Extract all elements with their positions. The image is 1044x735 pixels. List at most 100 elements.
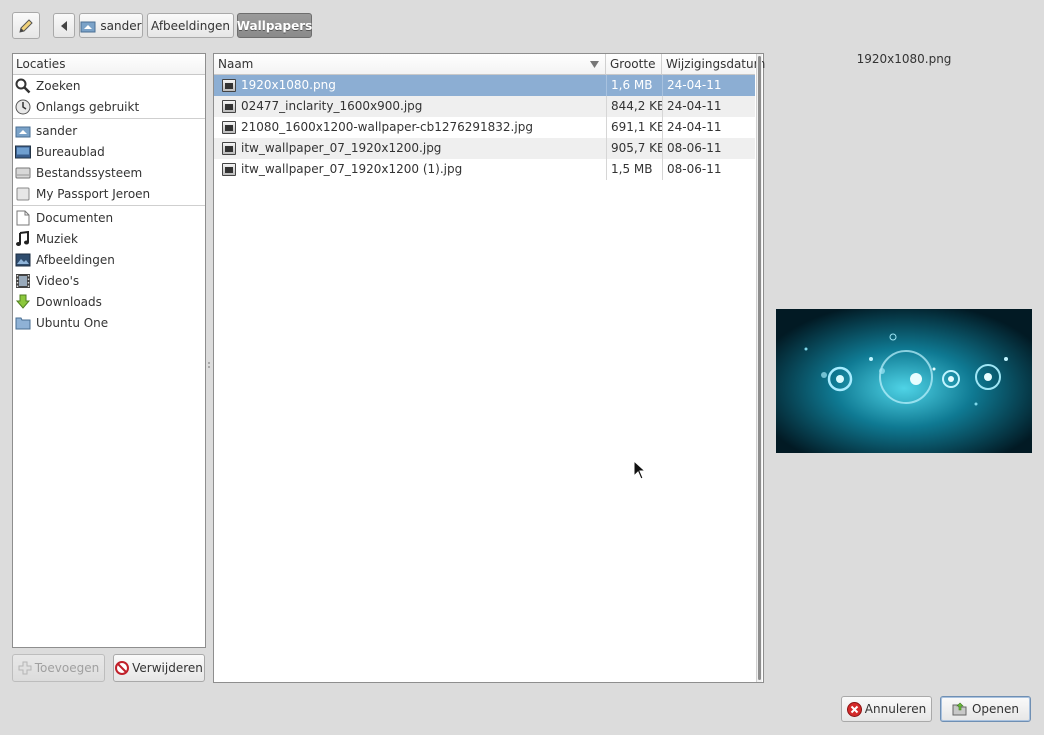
home-folder-icon	[15, 123, 31, 139]
forbidden-icon	[115, 661, 130, 675]
document-icon	[15, 210, 31, 226]
column-header-label: Wijzigingsdatum	[666, 57, 766, 71]
place-label: Bestandssysteem	[36, 165, 143, 180]
file-name: 1920x1080.png	[241, 78, 336, 92]
place-label: Zoeken	[36, 78, 81, 93]
file-name-cell: 02477_inclarity_1600x900.jpg	[218, 96, 604, 117]
path-button-label: sander	[100, 18, 142, 33]
file-size: 844,2 KB	[606, 96, 662, 117]
image-file-icon	[222, 121, 236, 134]
add-place-button[interactable]: Toevoegen	[12, 654, 105, 682]
place-item-documenten[interactable]: Documenten	[13, 207, 205, 228]
place-label: Ubuntu One	[36, 315, 109, 330]
open-button[interactable]: Openen	[940, 696, 1031, 722]
place-item-ubuntu-one[interactable]: Ubuntu One	[13, 312, 205, 333]
place-item-downloads[interactable]: Downloads	[13, 291, 205, 312]
add-place-label: Toevoegen	[34, 661, 100, 675]
file-list-scrollbar[interactable]	[756, 54, 762, 682]
pictures-icon	[15, 252, 31, 268]
cancel-button[interactable]: Annuleren	[841, 696, 932, 722]
place-item-my-passport-jeroen[interactable]: My Passport Jeroen	[13, 183, 205, 204]
place-item-bestandssysteem[interactable]: Bestandssysteem	[13, 162, 205, 183]
image-file-icon	[222, 100, 236, 113]
pane-resize-handle[interactable]	[207, 360, 211, 374]
file-date: 08-06-11	[662, 159, 755, 180]
open-folder-icon	[952, 702, 967, 715]
column-header-name[interactable]: Naam	[214, 54, 606, 75]
path-button-label: Wallpapers	[236, 18, 313, 33]
file-name: 02477_inclarity_1600x900.jpg	[241, 99, 423, 113]
column-header-label: Naam	[218, 57, 254, 71]
home-folder-icon	[80, 21, 96, 32]
external-drive-icon	[15, 186, 31, 202]
place-label: Documenten	[36, 210, 114, 225]
file-row[interactable]: 02477_inclarity_1600x900.jpg 844,2 KB 24…	[214, 96, 755, 117]
sort-descending-icon	[590, 61, 599, 68]
place-label: Muziek	[36, 231, 78, 246]
search-icon	[15, 78, 31, 94]
places-sidebar: Locaties Zoeken Onlangs gebruikt sander …	[12, 53, 206, 648]
open-label: Openen	[971, 702, 1020, 716]
file-row[interactable]: itw_wallpaper_07_1920x1200.jpg 905,7 KB …	[214, 138, 755, 159]
file-size: 1,5 MB	[606, 159, 662, 180]
column-header-size[interactable]: Grootte	[606, 54, 662, 75]
file-list-header: Naam Grootte Wijzigingsdatum	[214, 54, 765, 75]
places-separator	[13, 118, 205, 119]
remove-place-label: Verwijderen	[132, 661, 203, 675]
file-row[interactable]: 21080_1600x1200-wallpaper-cb1276291832.j…	[214, 117, 755, 138]
path-button-label: Afbeeldingen	[151, 18, 230, 33]
place-item-sander[interactable]: sander	[13, 120, 205, 141]
place-item-onlangs-gebruikt[interactable]: Onlangs gebruikt	[13, 96, 205, 117]
file-name-cell: 1920x1080.png	[218, 75, 604, 96]
place-label: Downloads	[36, 294, 102, 309]
places-separator	[13, 205, 205, 206]
path-button-wallpapers[interactable]: Wallpapers	[237, 13, 312, 38]
remove-place-button[interactable]: Verwijderen	[113, 654, 205, 682]
file-name: 21080_1600x1200-wallpaper-cb1276291832.j…	[241, 120, 533, 134]
places-header: Locaties	[13, 54, 205, 75]
file-name-cell: 21080_1600x1200-wallpaper-cb1276291832.j…	[218, 117, 604, 138]
file-name: itw_wallpaper_07_1920x1200.jpg	[241, 141, 442, 155]
recent-icon	[15, 99, 31, 115]
preview-image	[776, 309, 1032, 453]
folder-icon	[15, 315, 31, 331]
file-date: 08-06-11	[662, 138, 755, 159]
edit-location-button[interactable]	[12, 12, 40, 39]
file-date: 24-04-11	[662, 96, 755, 117]
file-list: Naam Grootte Wijzigingsdatum 1920x1080.p…	[213, 53, 765, 683]
place-label: Afbeeldingen	[36, 252, 115, 267]
file-row[interactable]: 1920x1080.png 1,6 MB 24-04-11	[214, 75, 755, 96]
path-button-sander[interactable]: sander	[79, 13, 143, 38]
scrollbar-thumb[interactable]	[758, 56, 761, 680]
place-label: sander	[36, 123, 78, 138]
file-size: 691,1 KB	[606, 117, 662, 138]
place-item-videos[interactable]: Video's	[13, 270, 205, 291]
place-item-afbeeldingen[interactable]: Afbeeldingen	[13, 249, 205, 270]
file-name: itw_wallpaper_07_1920x1200 (1).jpg	[241, 162, 463, 176]
left-arrow-icon	[61, 20, 67, 31]
file-size: 1,6 MB	[606, 75, 662, 96]
place-label: Onlangs gebruikt	[36, 99, 140, 114]
place-item-bureaublad[interactable]: Bureaublad	[13, 141, 205, 162]
image-file-icon	[222, 79, 236, 92]
path-back-button[interactable]	[53, 13, 75, 38]
place-item-zoeken[interactable]: Zoeken	[13, 75, 205, 96]
image-file-icon	[222, 163, 236, 176]
path-button-afbeeldingen[interactable]: Afbeeldingen	[147, 13, 234, 38]
image-file-icon	[222, 142, 236, 155]
cancel-label: Annuleren	[864, 702, 927, 716]
mouse-pointer-icon	[633, 460, 647, 480]
column-header-date[interactable]: Wijzigingsdatum	[662, 54, 765, 75]
place-item-muziek[interactable]: Muziek	[13, 228, 205, 249]
file-name-cell: itw_wallpaper_07_1920x1200.jpg	[218, 138, 604, 159]
place-label: My Passport Jeroen	[36, 186, 151, 201]
file-name-cell: itw_wallpaper_07_1920x1200 (1).jpg	[218, 159, 604, 180]
video-icon	[15, 273, 31, 289]
column-header-label: Grootte	[610, 57, 656, 71]
cancel-icon	[846, 701, 862, 717]
music-icon	[15, 230, 31, 247]
plus-icon	[18, 661, 32, 675]
file-date: 24-04-11	[662, 117, 755, 138]
drive-icon	[15, 165, 31, 181]
file-row[interactable]: itw_wallpaper_07_1920x1200 (1).jpg 1,5 M…	[214, 159, 755, 180]
